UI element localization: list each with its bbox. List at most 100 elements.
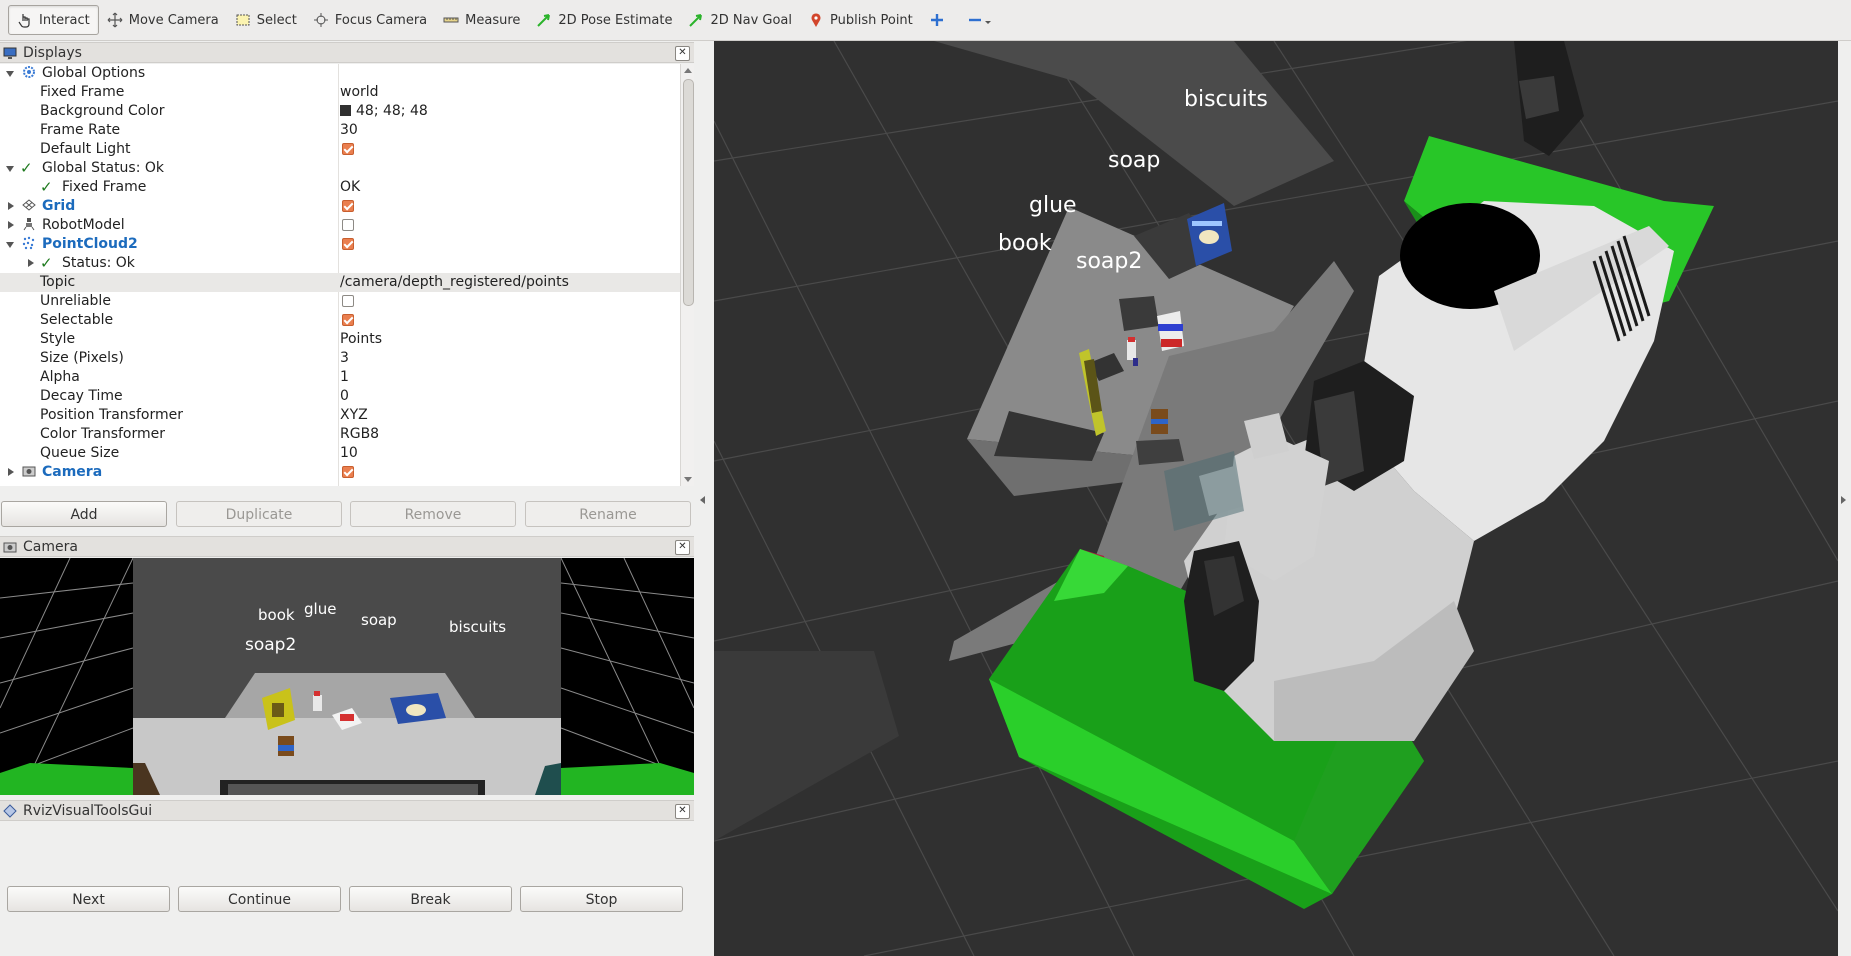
- expand-arrow-icon[interactable]: [6, 242, 14, 248]
- rviz-visual-tools-body: Next Continue Break Stop: [0, 822, 694, 956]
- tree-row-robot-model[interactable]: RobotModel: [0, 216, 680, 235]
- 3d-render-view[interactable]: biscuits soap glue book soap2: [714, 41, 1838, 956]
- collapse-left-icon[interactable]: [700, 496, 705, 504]
- tree-row-grid[interactable]: Grid: [0, 197, 680, 216]
- ruler-icon: [443, 12, 459, 28]
- tool-2d-pose-estimate[interactable]: 2D Pose Estimate: [528, 5, 680, 35]
- tool-2d-nav-goal[interactable]: 2D Nav Goal: [680, 5, 800, 35]
- row-label: Status: Ok: [62, 255, 135, 271]
- row-label: Default Light: [40, 141, 131, 157]
- displays-scrollbar[interactable]: [680, 64, 694, 486]
- unreliable-checkbox[interactable]: [342, 295, 354, 307]
- close-icon[interactable]: ✕: [675, 804, 690, 819]
- tree-row-fixed-frame[interactable]: Fixed Frame world: [0, 83, 680, 102]
- close-icon[interactable]: ✕: [675, 46, 690, 61]
- label-book: book: [998, 231, 1052, 256]
- tree-row-alpha[interactable]: Alpha 1: [0, 368, 680, 387]
- main-toolbar: Interact Move Camera Select Focus Camera…: [0, 0, 1851, 41]
- tool-move-camera[interactable]: Move Camera: [99, 5, 227, 35]
- robot-model-checkbox[interactable]: [342, 219, 354, 231]
- tree-row-selectable[interactable]: Selectable: [0, 311, 680, 330]
- tool-measure[interactable]: Measure: [435, 5, 528, 35]
- tree-row-background-color[interactable]: Background Color 48; 48; 48: [0, 102, 680, 121]
- row-value[interactable]: 3: [340, 349, 349, 368]
- tree-row-pointcloud2[interactable]: PointCloud2: [0, 235, 680, 254]
- expand-arrow-icon[interactable]: [8, 221, 14, 229]
- tool-focus-camera[interactable]: Focus Camera: [305, 5, 435, 35]
- expand-arrow-icon[interactable]: [6, 166, 14, 172]
- rename-button[interactable]: Rename: [525, 501, 691, 527]
- tree-row-default-light[interactable]: Default Light: [0, 140, 680, 159]
- scrollbar-thumb[interactable]: [683, 79, 694, 306]
- tree-row-size-pixels[interactable]: Size (Pixels) 3: [0, 349, 680, 368]
- selectable-checkbox[interactable]: [342, 314, 354, 326]
- label-glue: glue: [1029, 193, 1077, 218]
- scroll-down-icon[interactable]: [684, 477, 692, 482]
- rviz-visual-tools-label: RvizVisualToolsGui: [23, 802, 153, 819]
- tree-row-pointcloud-status[interactable]: ✓ Status: Ok: [0, 254, 680, 273]
- stop-button[interactable]: Stop: [520, 886, 683, 912]
- tree-row-style[interactable]: Style Points: [0, 330, 680, 349]
- add-button[interactable]: Add: [1, 501, 167, 527]
- diamond-icon: [3, 803, 17, 818]
- tool-interact[interactable]: Interact: [8, 5, 99, 35]
- expand-arrow-icon[interactable]: [28, 259, 34, 267]
- row-value[interactable]: RGB8: [340, 425, 379, 444]
- tree-row-topic[interactable]: Topic /camera/depth_registered/points: [0, 273, 680, 292]
- displays-tree: Global Options Fixed Frame world Backgro…: [0, 64, 680, 486]
- close-icon[interactable]: ✕: [675, 540, 690, 555]
- expand-arrow-icon[interactable]: [6, 71, 14, 77]
- expand-arrow-icon[interactable]: [8, 202, 14, 210]
- robot-icon: [22, 216, 36, 235]
- row-value[interactable]: world: [340, 83, 379, 102]
- scroll-up-icon[interactable]: [684, 68, 692, 73]
- tree-row-position-transformer[interactable]: Position Transformer XYZ: [0, 406, 680, 425]
- left-splitter[interactable]: [694, 41, 714, 956]
- collapse-right-icon[interactable]: [1841, 496, 1846, 504]
- row-value[interactable]: XYZ: [340, 406, 368, 425]
- next-button[interactable]: Next: [7, 886, 170, 912]
- tree-row-global-status[interactable]: ✓ Global Status: Ok: [0, 159, 680, 178]
- grid-checkbox[interactable]: [342, 200, 354, 212]
- continue-button[interactable]: Continue: [178, 886, 341, 912]
- row-value[interactable]: /camera/depth_registered/points: [340, 273, 569, 292]
- tree-row-global-options[interactable]: Global Options: [0, 64, 680, 83]
- tool-interact-label: Interact: [39, 12, 90, 28]
- tree-row-camera[interactable]: Camera: [0, 463, 680, 482]
- camera-checkbox[interactable]: [342, 466, 354, 478]
- 3d-scene: biscuits soap glue book soap2: [714, 41, 1838, 956]
- default-light-checkbox[interactable]: [342, 143, 354, 155]
- row-value[interactable]: 0: [340, 387, 349, 406]
- duplicate-button[interactable]: Duplicate: [176, 501, 342, 527]
- right-splitter[interactable]: [1838, 41, 1851, 956]
- row-value[interactable]: 48; 48; 48: [340, 102, 428, 121]
- row-value[interactable]: 1: [340, 368, 349, 387]
- row-label: Unreliable: [40, 293, 111, 309]
- row-value[interactable]: 10: [340, 444, 358, 463]
- tree-row-color-transformer[interactable]: Color Transformer RGB8: [0, 425, 680, 444]
- tool-2d-pose-estimate-label: 2D Pose Estimate: [558, 12, 673, 28]
- camera-image-view[interactable]: book glue soap biscuits soap2: [0, 558, 694, 795]
- tree-row-queue-size[interactable]: Queue Size 10: [0, 444, 680, 463]
- break-button[interactable]: Break: [349, 886, 512, 912]
- row-value[interactable]: Points: [340, 330, 382, 349]
- tool-select[interactable]: Select: [227, 5, 305, 35]
- monitor-icon: [3, 46, 17, 60]
- add-tool-button[interactable]: [921, 5, 959, 35]
- background-color-value: 48; 48; 48: [356, 103, 428, 119]
- row-label: Position Transformer: [40, 407, 183, 423]
- rviz-visual-tools-title: RvizVisualToolsGui ✕: [0, 800, 694, 821]
- remove-button[interactable]: Remove: [350, 501, 516, 527]
- row-label: Queue Size: [40, 445, 120, 461]
- tree-row-status-fixed-frame[interactable]: ✓ Fixed Frame OK: [0, 178, 680, 197]
- row-label: Background Color: [40, 103, 165, 119]
- expand-arrow-icon[interactable]: [8, 468, 14, 476]
- pointcloud2-checkbox[interactable]: [342, 238, 354, 250]
- row-label: Fixed Frame: [40, 84, 125, 100]
- tool-publish-point[interactable]: Publish Point: [800, 5, 921, 35]
- remove-tool-button[interactable]: [959, 5, 1007, 35]
- row-value[interactable]: 30: [340, 121, 358, 140]
- tree-row-frame-rate[interactable]: Frame Rate 30: [0, 121, 680, 140]
- tree-row-decay-time[interactable]: Decay Time 0: [0, 387, 680, 406]
- tree-row-unreliable[interactable]: Unreliable: [0, 292, 680, 311]
